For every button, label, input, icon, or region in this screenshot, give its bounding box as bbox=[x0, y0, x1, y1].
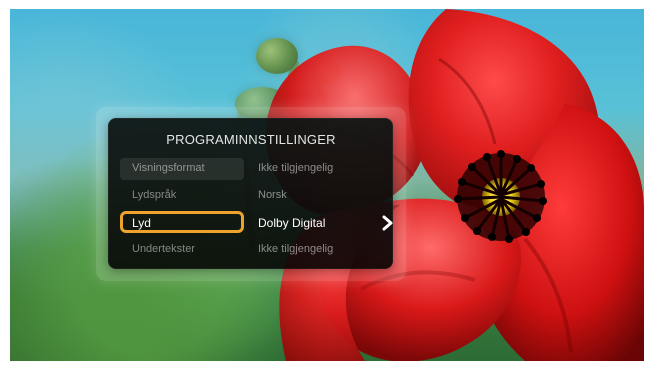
menu-row-subtitles[interactable]: Undertekster Ikke tilgjengelig bbox=[120, 239, 378, 263]
menu-item-value: Ikke tilgjengelig bbox=[258, 243, 334, 255]
menu-item-value: Ikke tilgjengelig bbox=[258, 162, 334, 174]
program-settings-menu: PROGRAMINNSTILLINGER Visningsformat Ikke… bbox=[108, 118, 393, 269]
menu-item-label: Lydspråk bbox=[132, 189, 177, 201]
menu-item-value: Norsk bbox=[258, 189, 287, 201]
menu-item-label: Lyd bbox=[132, 216, 151, 230]
menu-title: PROGRAMINNSTILLINGER bbox=[166, 132, 336, 147]
menu-row-audio[interactable]: Lyd Dolby Digital bbox=[120, 211, 393, 236]
chevron-right-icon bbox=[382, 215, 393, 231]
background-image: PROGRAMINNSTILLINGER Visningsformat Ikke… bbox=[10, 9, 644, 361]
menu-item-label: Undertekster bbox=[132, 243, 195, 255]
menu-row-audio-language[interactable]: Lydspråk Norsk bbox=[120, 185, 378, 209]
menu-item-label: Visningsformat bbox=[132, 162, 205, 174]
menu-item-value: Dolby Digital bbox=[258, 216, 326, 230]
menu-row-display-format[interactable]: Visningsformat Ikke tilgjengelig bbox=[120, 158, 378, 182]
